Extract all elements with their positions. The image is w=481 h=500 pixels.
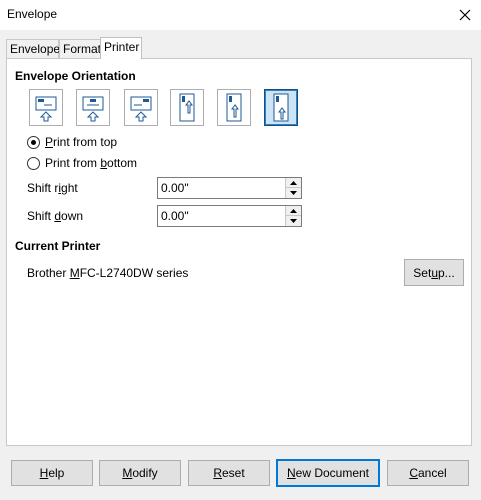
radio-checked-indicator bbox=[27, 135, 40, 149]
help-button[interactable]: Help bbox=[11, 460, 93, 486]
shift-right-increment[interactable] bbox=[286, 178, 301, 188]
tab-format[interactable]: Format bbox=[59, 39, 101, 58]
shift-down-decrement[interactable] bbox=[286, 216, 301, 226]
close-button[interactable] bbox=[449, 0, 481, 30]
envelope-horizontal-right-icon bbox=[130, 96, 152, 121]
print-from-bottom-label: Print from bottom bbox=[45, 156, 138, 170]
print-from-bottom-radio[interactable]: Print from bottom bbox=[27, 155, 137, 171]
printer-name: Brother MFC-L2740DW series bbox=[27, 266, 189, 280]
setup-button[interactable]: Setup... bbox=[404, 259, 464, 286]
shift-down-spinbox[interactable]: 0.00" bbox=[157, 205, 302, 227]
shift-right-decrement[interactable] bbox=[286, 188, 301, 198]
tab-envelope-label: Envelope bbox=[10, 42, 61, 56]
shift-down-value[interactable]: 0.00" bbox=[161, 209, 189, 223]
current-printer-heading: Current Printer bbox=[15, 239, 101, 253]
shift-right-spin-buttons bbox=[285, 178, 301, 198]
title-bar: Envelope bbox=[0, 0, 481, 30]
envelope-horizontal-center-icon bbox=[82, 96, 104, 121]
shift-right-label: Shift right bbox=[27, 181, 78, 195]
new-document-button[interactable]: New Document bbox=[276, 459, 380, 487]
shift-right-value[interactable]: 0.00" bbox=[161, 181, 189, 195]
window-title: Envelope bbox=[7, 7, 58, 21]
shift-down-label: Shift down bbox=[27, 209, 84, 223]
orientation-option-1[interactable] bbox=[29, 89, 63, 126]
orientation-option-5[interactable] bbox=[217, 89, 251, 126]
tab-format-label: Format bbox=[63, 42, 102, 56]
shift-right-spinbox[interactable]: 0.00" bbox=[157, 177, 302, 199]
close-icon bbox=[459, 9, 471, 21]
modify-button[interactable]: Modify bbox=[99, 460, 181, 486]
orientation-option-2[interactable] bbox=[76, 89, 110, 126]
triangle-up-icon bbox=[290, 180, 297, 185]
reset-button[interactable]: Reset bbox=[188, 460, 270, 486]
modify-button-label: Modify bbox=[122, 466, 158, 480]
orientation-option-4[interactable] bbox=[170, 89, 204, 126]
envelope-vertical-left-icon bbox=[179, 93, 195, 121]
new-document-button-label: New Document bbox=[286, 466, 370, 480]
printer-tab-page: Envelope Orientation Print from top Prin… bbox=[6, 58, 472, 446]
cancel-button[interactable]: Cancel bbox=[387, 460, 469, 486]
triangle-down-icon bbox=[290, 219, 297, 223]
triangle-down-icon bbox=[290, 191, 297, 195]
cancel-button-label: Cancel bbox=[409, 466, 447, 480]
print-from-top-label: Print from top bbox=[45, 135, 118, 149]
tab-printer-label: Printer bbox=[104, 40, 140, 54]
print-from-top-radio[interactable]: Print from top bbox=[27, 134, 117, 150]
help-button-label: Help bbox=[39, 466, 65, 480]
radio-unchecked-indicator bbox=[27, 156, 40, 170]
envelope-vertical-right-icon bbox=[273, 93, 289, 121]
envelope-vertical-center-icon bbox=[226, 93, 242, 121]
orientation-option-3[interactable] bbox=[124, 89, 158, 126]
shift-down-increment[interactable] bbox=[286, 206, 301, 216]
reset-button-label: Reset bbox=[213, 466, 245, 480]
triangle-up-icon bbox=[290, 208, 297, 213]
orientation-option-6[interactable] bbox=[264, 89, 298, 126]
tab-envelope[interactable]: Envelope bbox=[6, 39, 61, 58]
shift-down-spin-buttons bbox=[285, 206, 301, 226]
setup-button-label: Setup... bbox=[413, 265, 455, 280]
envelope-dialog: Envelope Envelope Format Printer Envelop… bbox=[0, 0, 481, 500]
tab-printer[interactable]: Printer bbox=[100, 37, 142, 59]
envelope-horizontal-left-icon bbox=[35, 96, 57, 121]
envelope-orientation-heading: Envelope Orientation bbox=[15, 69, 136, 83]
